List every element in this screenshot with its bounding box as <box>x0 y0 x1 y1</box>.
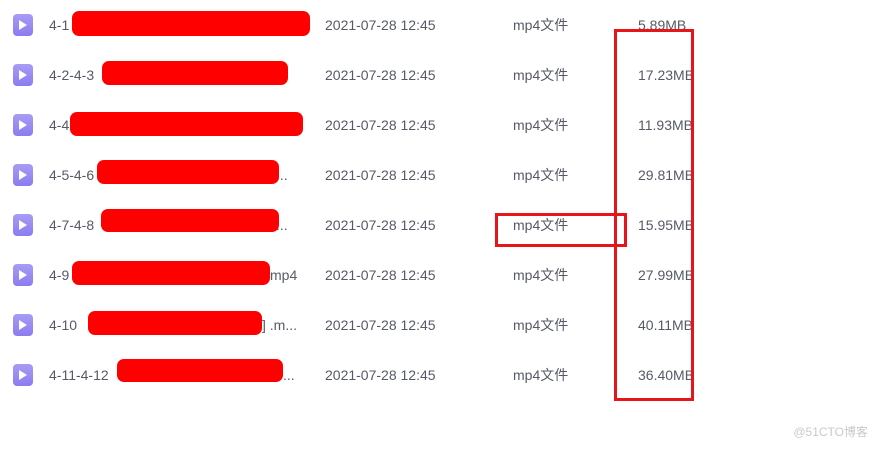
file-name-suffix: ] .m... <box>262 317 297 333</box>
file-modified-date: 2021-07-28 12:45 <box>325 67 436 83</box>
file-type: mp4文件 <box>513 67 569 83</box>
file-modified-date: 2021-07-28 12:45 <box>325 17 436 33</box>
file-modified-date: 2021-07-28 12:45 <box>325 267 436 283</box>
file-modified-date: 2021-07-28 12:45 <box>325 117 436 133</box>
video-file-icon <box>13 14 33 36</box>
file-type: mp4文件 <box>513 317 569 333</box>
file-modified-date: 2021-07-28 12:45 <box>325 167 436 183</box>
file-name: 4-1 <box>49 17 70 33</box>
file-row[interactable]: 4-11-4-12 ... 2021-07-28 12:45 mp4文件 36.… <box>0 350 877 400</box>
file-modified-date: 2021-07-28 12:45 <box>325 217 436 233</box>
file-name: 4-7-4-8 <box>49 217 95 233</box>
file-row[interactable]: 4-10 ] .m... 2021-07-28 12:45 mp4文件 40.1… <box>0 300 877 350</box>
file-name: 4-9 <box>49 267 70 283</box>
file-name: 4-11-4-12 <box>49 367 109 383</box>
video-file-icon <box>13 114 33 136</box>
redaction-block <box>102 61 288 85</box>
file-type: mp4文件 <box>513 267 569 283</box>
file-modified-date: 2021-07-28 12:45 <box>325 317 436 333</box>
file-row[interactable]: 4-9 mp4 2021-07-28 12:45 mp4文件 27.99MB <box>0 250 877 300</box>
redaction-block <box>101 209 279 232</box>
redaction-block <box>70 112 303 136</box>
file-row[interactable]: 4-4 2021-07-28 12:45 mp4文件 11.93MB <box>0 100 877 150</box>
file-type: mp4文件 <box>513 167 569 183</box>
file-type-highlight <box>495 213 627 247</box>
video-file-icon <box>13 164 33 186</box>
watermark: @51CTO博客 <box>793 425 868 439</box>
file-name-suffix: mp4 <box>270 267 298 283</box>
video-file-icon <box>13 64 33 86</box>
redaction-block <box>88 311 262 335</box>
file-type: mp4文件 <box>513 367 569 383</box>
redaction-block <box>117 359 283 382</box>
video-file-icon <box>13 364 33 386</box>
redaction-block <box>97 160 279 184</box>
file-type: mp4文件 <box>513 17 569 33</box>
video-file-icon <box>13 214 33 236</box>
file-row[interactable]: 4-2-4-3 2021-07-28 12:45 mp4文件 17.23MB <box>0 50 877 100</box>
file-name: 4-4 <box>49 117 70 133</box>
redaction-block <box>72 261 270 285</box>
file-row[interactable]: 4-5-4-6 ... 2021-07-28 12:45 mp4文件 29.81… <box>0 150 877 200</box>
file-name: 4-5-4-6 <box>49 167 95 183</box>
file-modified-date: 2021-07-28 12:45 <box>325 367 436 383</box>
file-name: 4-2-4-3 <box>49 67 95 83</box>
redaction-block <box>72 11 310 36</box>
file-type: mp4文件 <box>513 117 569 133</box>
video-file-icon <box>13 314 33 336</box>
file-row[interactable]: 4-7-4-8 ... 2021-07-28 12:45 mp4文件 15.95… <box>0 200 877 250</box>
file-row[interactable]: 4-1 2021-07-28 12:45 mp4文件 5.89MB <box>0 0 877 50</box>
file-name-suffix: ... <box>283 367 295 383</box>
video-file-icon <box>13 264 33 286</box>
file-name: 4-10 <box>49 317 78 333</box>
